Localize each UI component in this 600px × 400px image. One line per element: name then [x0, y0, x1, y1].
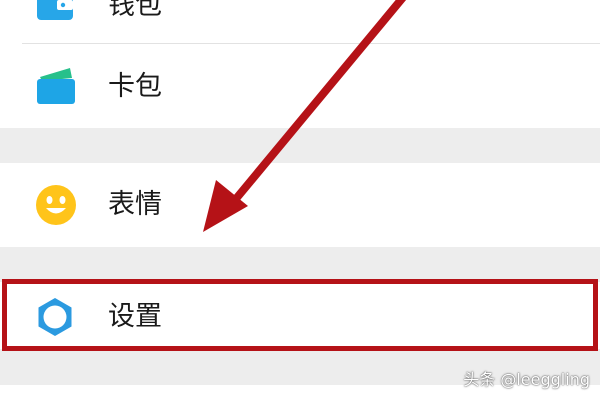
annotation-arrow — [203, 0, 407, 232]
watermark: 头条 @leeggling — [463, 370, 590, 389]
